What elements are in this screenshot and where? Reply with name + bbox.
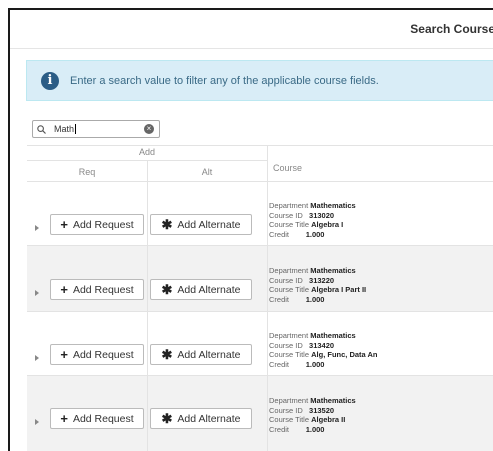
credit-value: 1.000 [305, 294, 325, 304]
asterisk-icon: ✱ [161, 216, 173, 232]
search-course-panel: Search Course i Enter a search value to … [8, 8, 493, 451]
department-value: Mathematics [310, 266, 356, 275]
column-header-course: Course [273, 163, 303, 173]
course-title-value: Algebra I [311, 220, 344, 229]
course-details: Department Mathematics Course ID 313520 … [269, 396, 356, 434]
course-title-value: Algebra II [311, 415, 346, 424]
plus-icon: + [60, 282, 68, 297]
plus-icon: + [60, 217, 68, 232]
info-message: Enter a search value to filter any of th… [70, 74, 379, 87]
column-header-req: Req [78, 167, 96, 177]
course-details: Department Mathematics Course ID 313020 … [269, 201, 356, 239]
info-icon: i [41, 71, 59, 90]
credit-value: 1.000 [305, 229, 325, 239]
search-field[interactable]: Math × [32, 120, 160, 138]
department-value: Mathematics [310, 396, 356, 405]
course-id-value: 313020 [309, 210, 335, 220]
add-alternate-button[interactable]: ✱ Add Alternate [150, 344, 252, 365]
asterisk-icon: ✱ [161, 281, 173, 297]
add-request-button[interactable]: + Add Request [50, 408, 144, 429]
add-request-button[interactable]: + Add Request [50, 344, 144, 365]
course-id-value: 313520 [309, 405, 335, 415]
panel-header: Search Course [10, 10, 493, 49]
credit-value: 1.000 [305, 359, 325, 369]
add-request-button[interactable]: + Add Request [50, 279, 144, 300]
column-header-alt: Alt [201, 167, 213, 177]
course-table: Add Req Alt Course + Add Request ✱ Add Alt… [27, 145, 493, 451]
expand-row-icon[interactable] [35, 355, 39, 361]
expand-row-icon[interactable] [35, 290, 39, 296]
department-value: Mathematics [310, 331, 356, 340]
plus-icon: + [60, 347, 68, 362]
course-details: Department Mathematics Course ID 313220 … [269, 266, 367, 304]
credit-value: 1.000 [305, 424, 325, 434]
asterisk-icon: ✱ [161, 410, 173, 426]
expand-row-icon[interactable] [35, 225, 39, 231]
plus-icon: + [60, 411, 68, 426]
add-alternate-button[interactable]: ✱ Add Alternate [150, 279, 252, 300]
course-id-value: 313420 [309, 340, 335, 350]
clear-search-icon[interactable]: × [144, 124, 154, 134]
course-title-value: Algebra I Part II [311, 285, 367, 294]
info-alert: i Enter a search value to filter any of … [26, 60, 493, 101]
add-alternate-button[interactable]: ✱ Add Alternate [150, 408, 252, 429]
add-request-button[interactable]: + Add Request [50, 214, 144, 235]
add-alternate-button[interactable]: ✱ Add Alternate [150, 214, 252, 235]
department-value: Mathematics [310, 201, 356, 210]
expand-row-icon[interactable] [35, 419, 39, 425]
course-id-value: 313220 [309, 275, 335, 285]
column-header-add: Add [138, 147, 155, 157]
search-input[interactable]: Math [54, 124, 144, 135]
panel-title: Search Course [410, 22, 493, 36]
course-title-value: Alg, Func, Data An [311, 350, 378, 359]
asterisk-icon: ✱ [161, 346, 173, 362]
search-icon [37, 124, 51, 134]
course-details: Department Mathematics Course ID 313420 … [269, 331, 378, 369]
